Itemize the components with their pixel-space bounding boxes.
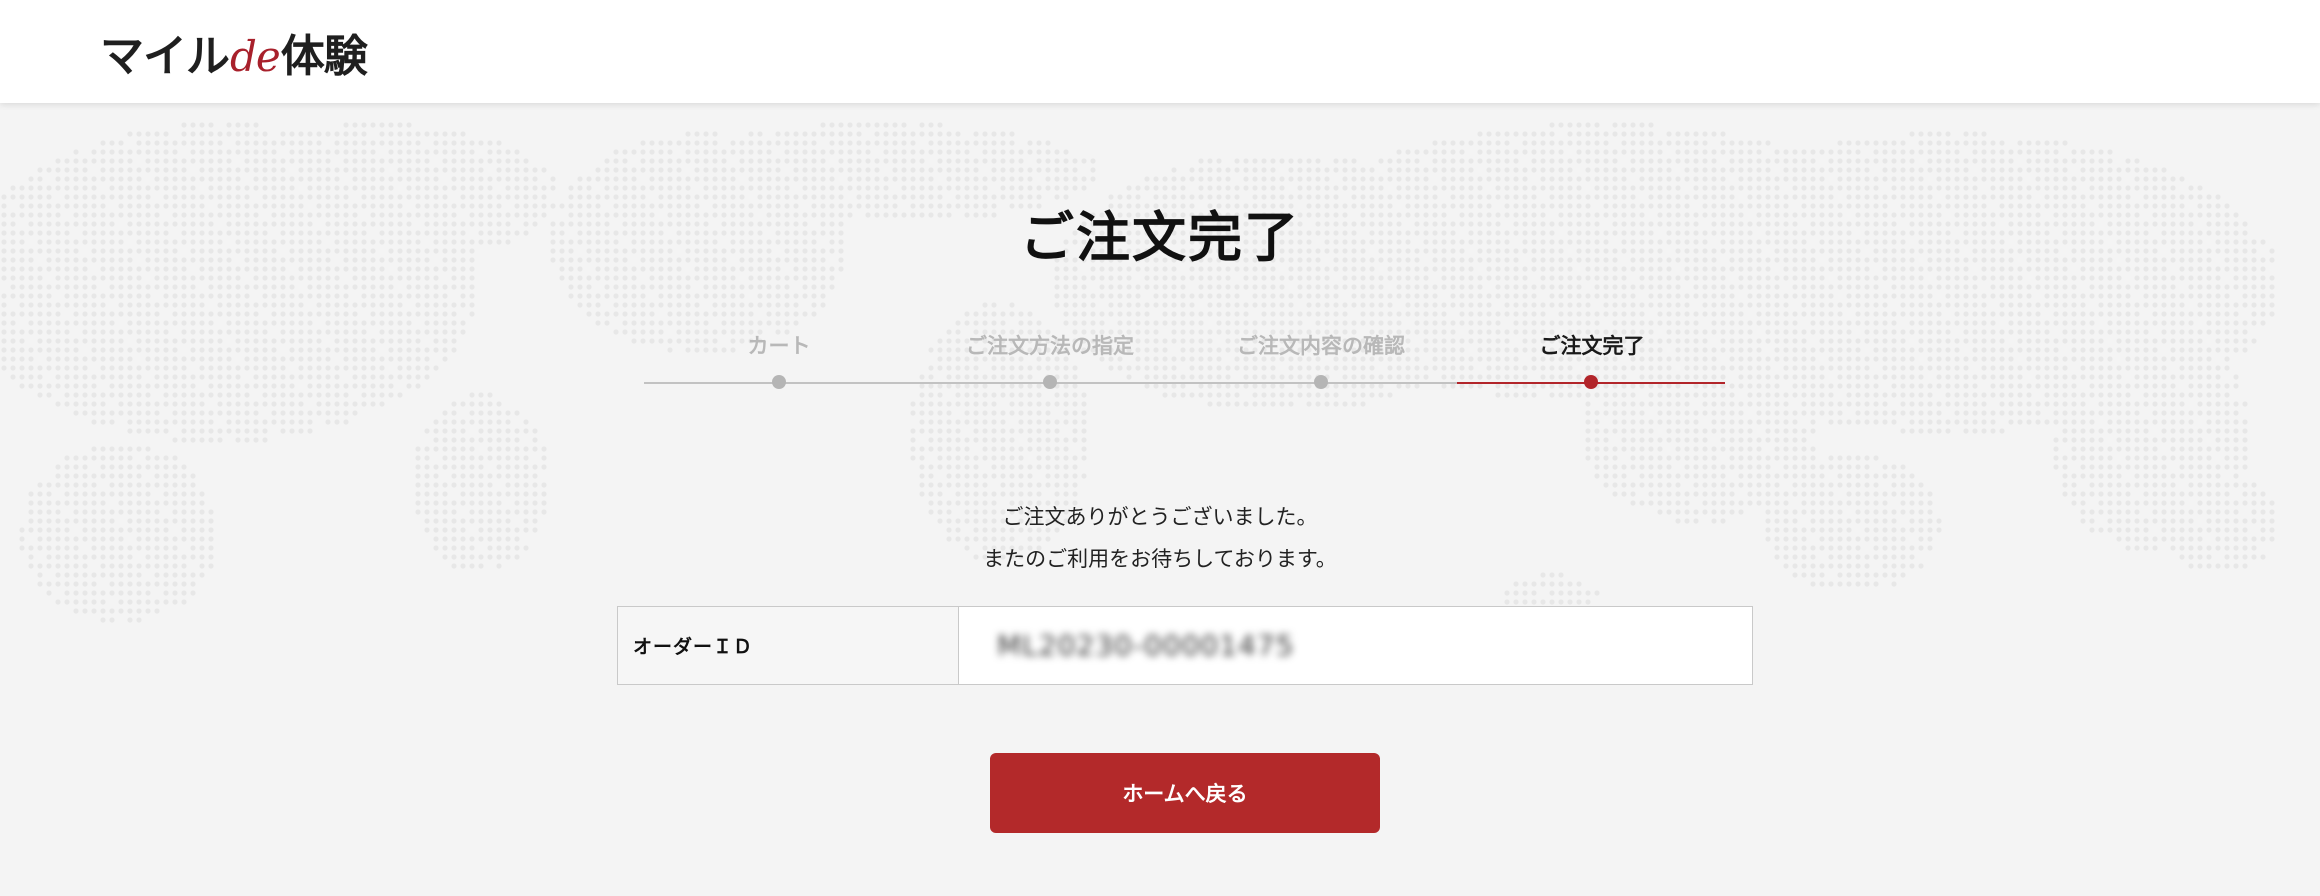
- order-id-table: オーダーＩＤ ML20230-00001475: [617, 606, 1753, 685]
- back-to-home-button[interactable]: ホームへ戻る: [990, 753, 1380, 833]
- main-content: ご注文完了 カート ご注文方法の指定 ご注文内容の確認 ご注文完了 ご注文ありが…: [0, 103, 2320, 896]
- step-label-order-method: ご注文方法の指定: [966, 334, 1134, 358]
- step-dot-order-method: [1043, 375, 1057, 389]
- logo-text-part3: 体験: [280, 31, 368, 82]
- site-header: マイル de 体験: [0, 0, 2320, 103]
- step-dot-order-complete: [1584, 375, 1598, 389]
- order-id-label: オーダーＩＤ: [618, 607, 959, 684]
- site-logo[interactable]: マイル de 体験: [100, 20, 368, 82]
- thank-you-message: ご注文ありがとうございました。 またのご利用をお待ちしております。: [0, 496, 2320, 580]
- page-title: ご注文完了: [1020, 206, 1300, 269]
- step-dot-cart: [772, 375, 786, 389]
- step-dot-order-confirm: [1314, 375, 1328, 389]
- step-label-order-complete: ご注文完了: [1539, 334, 1645, 358]
- step-label-cart: カート: [747, 334, 811, 358]
- step-label-order-confirm: ご注文内容の確認: [1237, 334, 1405, 358]
- logo-text-part1: マイル: [100, 31, 230, 82]
- order-id-value: ML20230-00001475: [997, 629, 1295, 662]
- message-line-1: ご注文ありがとうございました。: [1002, 505, 1318, 529]
- logo-text-de: de: [230, 32, 281, 81]
- message-line-2: またのご利用をお待ちしております。: [983, 547, 1337, 571]
